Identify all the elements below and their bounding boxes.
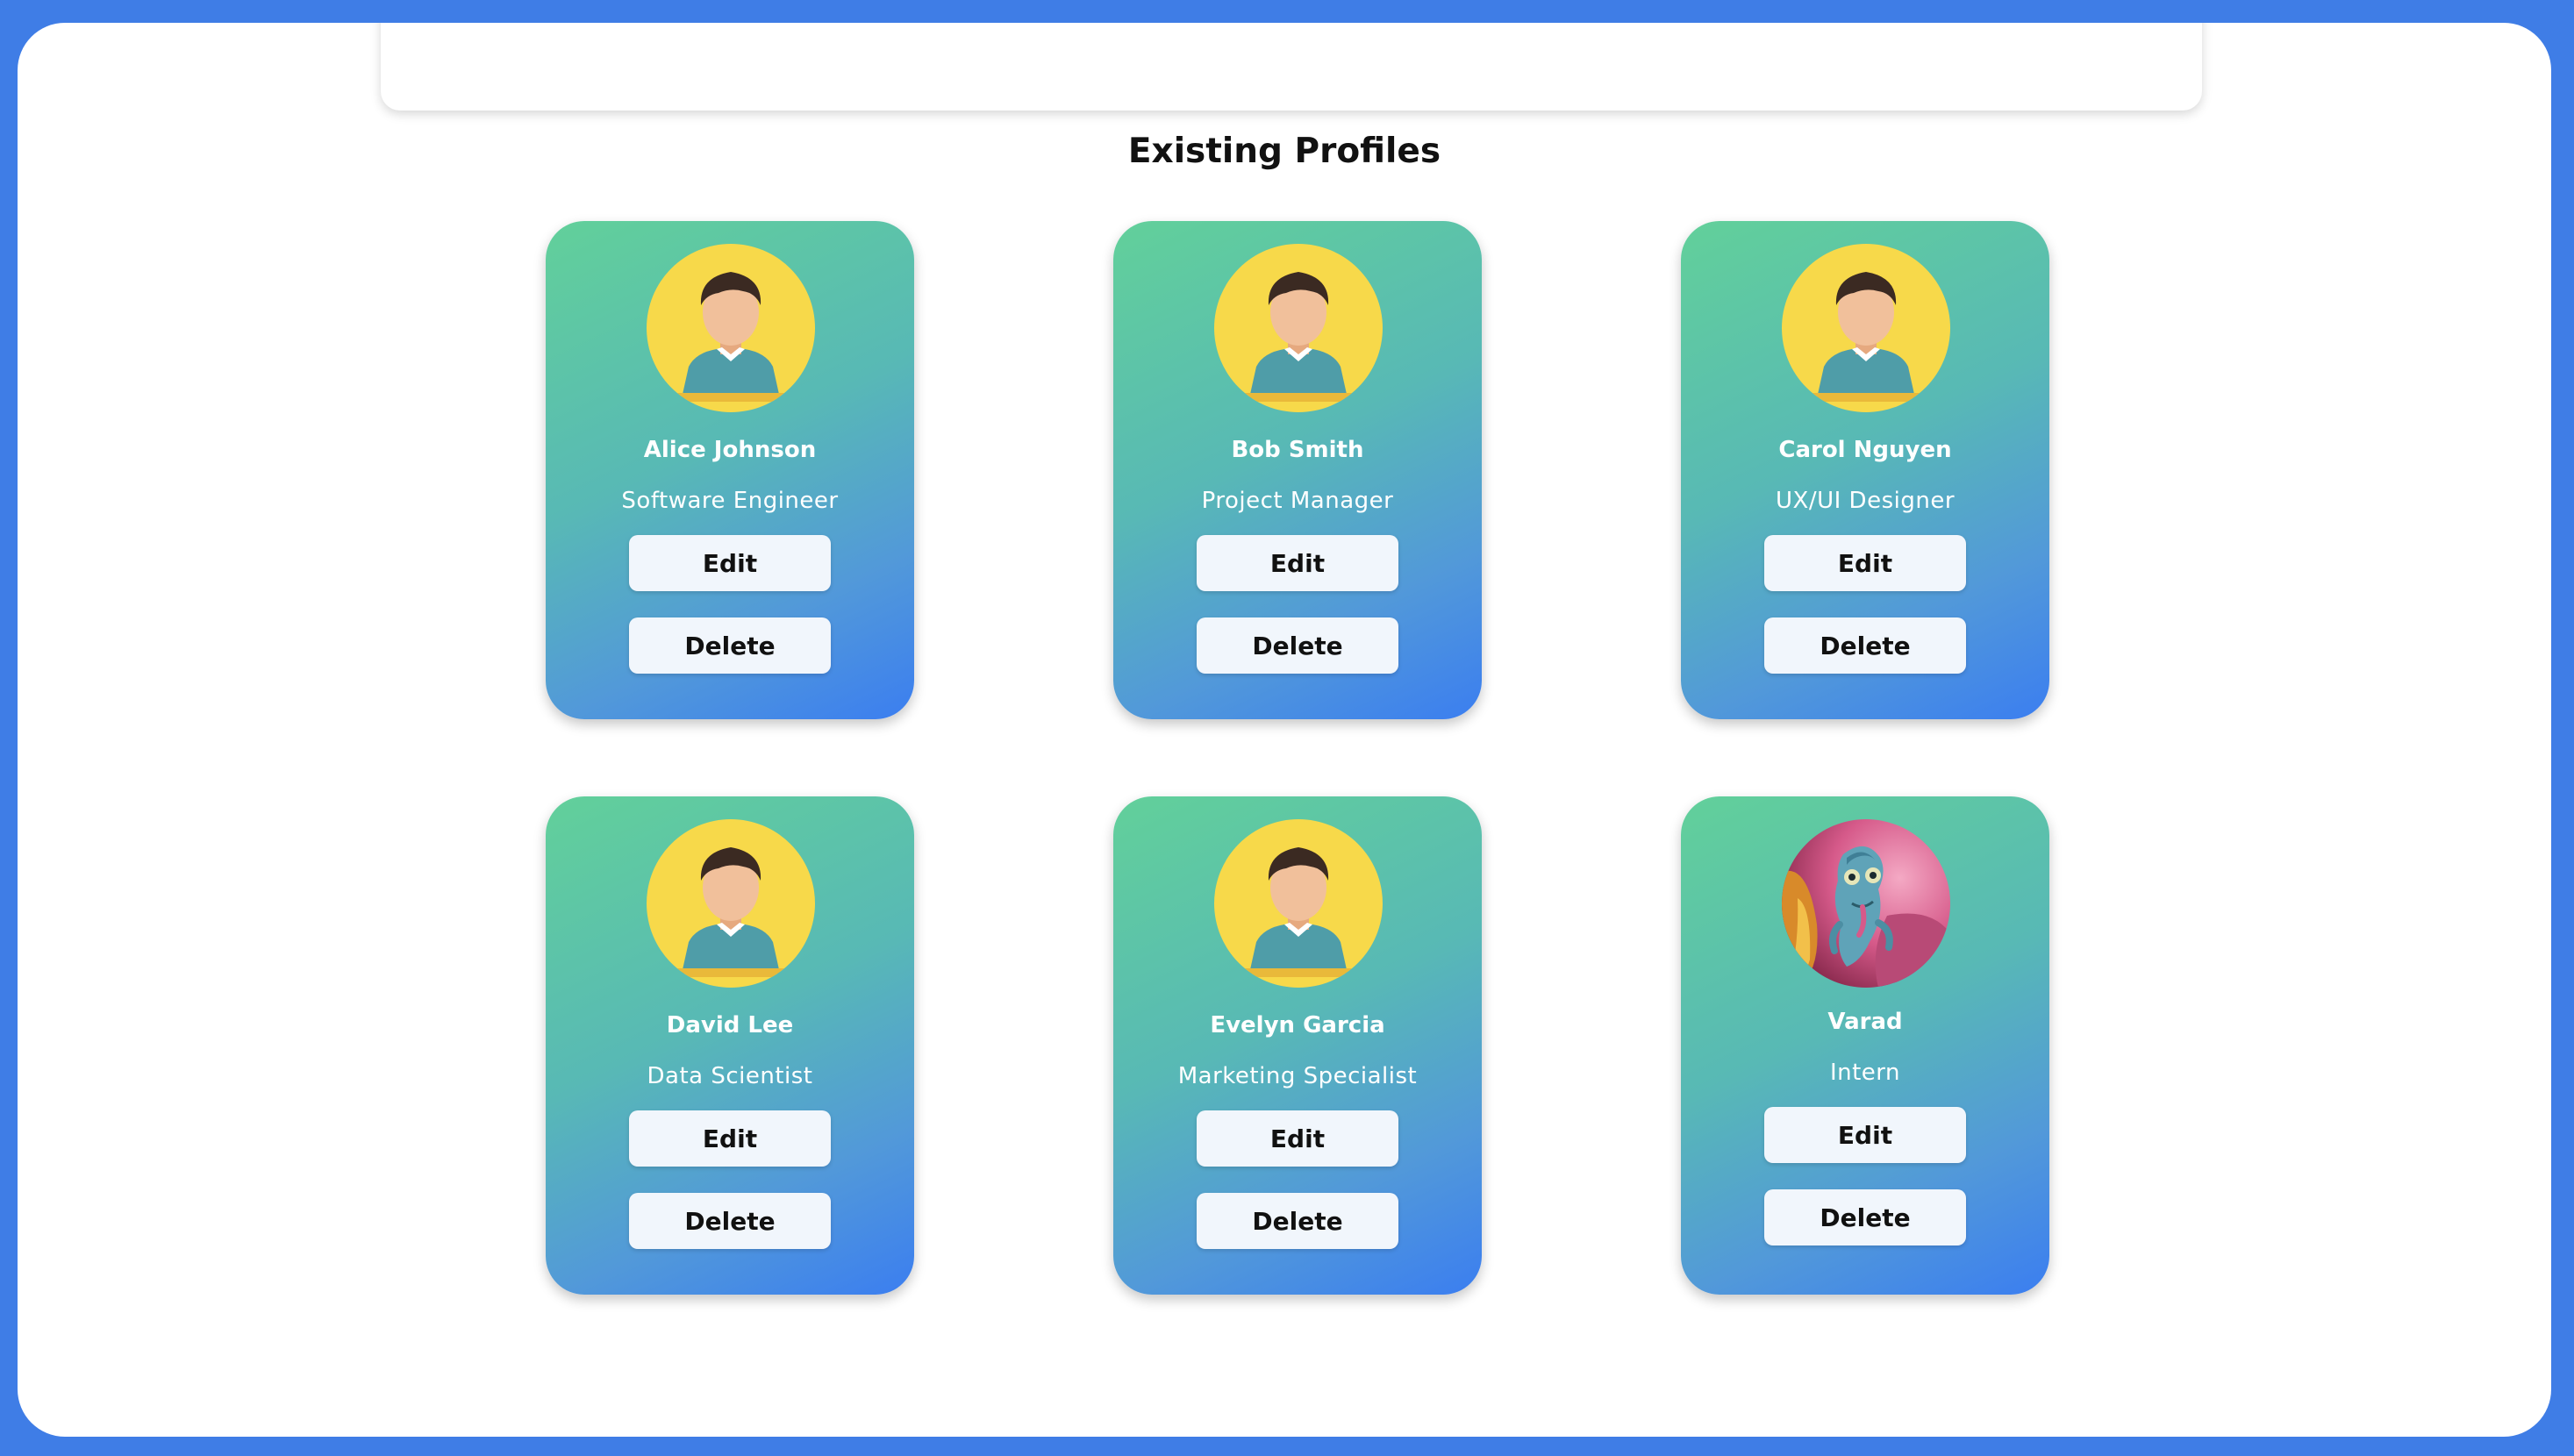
profile-name: Carol Nguyen — [1778, 437, 1952, 463]
profile-name: Evelyn Garcia — [1210, 1012, 1385, 1038]
default-person-icon — [1214, 244, 1383, 412]
default-person-icon — [647, 244, 815, 412]
default-person-icon — [1782, 244, 1950, 412]
add-profile-form-panel — [381, 23, 2202, 111]
edit-button[interactable]: Edit — [1764, 1107, 1966, 1163]
profile-name: Bob Smith — [1231, 437, 1364, 463]
profile-card: Evelyn Garcia Marketing Specialist Edit … — [1113, 796, 1482, 1295]
edit-button[interactable]: Edit — [1197, 1110, 1398, 1167]
profile-role: Marketing Specialist — [1177, 1063, 1418, 1089]
profile-name: Varad — [1827, 1009, 1903, 1035]
edit-button[interactable]: Edit — [629, 535, 831, 591]
delete-button[interactable]: Delete — [1764, 617, 1966, 674]
profile-role: Software Engineer — [621, 488, 839, 514]
app-window: Existing Profiles Alice Johnson Software… — [18, 23, 2551, 1437]
profile-role: Project Manager — [1201, 488, 1394, 514]
profile-name: Alice Johnson — [643, 437, 817, 463]
default-person-icon — [647, 819, 815, 988]
profile-card: Carol Nguyen UX/UI Designer Edit Delete — [1681, 221, 2049, 719]
default-person-icon — [1214, 819, 1383, 988]
profile-card: Bob Smith Project Manager Edit Delete — [1113, 221, 1482, 719]
section-title: Existing Profiles — [1127, 132, 1441, 171]
profile-role: Intern — [1829, 1060, 1901, 1086]
delete-button[interactable]: Delete — [1197, 1193, 1398, 1249]
profile-card: Varad Intern Edit Delete — [1681, 796, 2049, 1295]
edit-button[interactable]: Edit — [629, 1110, 831, 1167]
profile-role: UX/UI Designer — [1775, 488, 1956, 514]
delete-button[interactable]: Delete — [629, 617, 831, 674]
profile-role: Data Scientist — [647, 1063, 813, 1089]
profile-card: Alice Johnson Software Engineer Edit Del… — [546, 221, 914, 719]
edit-button[interactable]: Edit — [1764, 535, 1966, 591]
profile-name: David Lee — [666, 1012, 794, 1038]
delete-button[interactable]: Delete — [629, 1193, 831, 1249]
delete-button[interactable]: Delete — [1764, 1189, 1966, 1245]
edit-button[interactable]: Edit — [1197, 535, 1398, 591]
delete-button[interactable]: Delete — [1197, 617, 1398, 674]
profile-card: David Lee Data Scientist Edit Delete — [546, 796, 914, 1295]
chameleon-photo — [1782, 819, 1950, 988]
